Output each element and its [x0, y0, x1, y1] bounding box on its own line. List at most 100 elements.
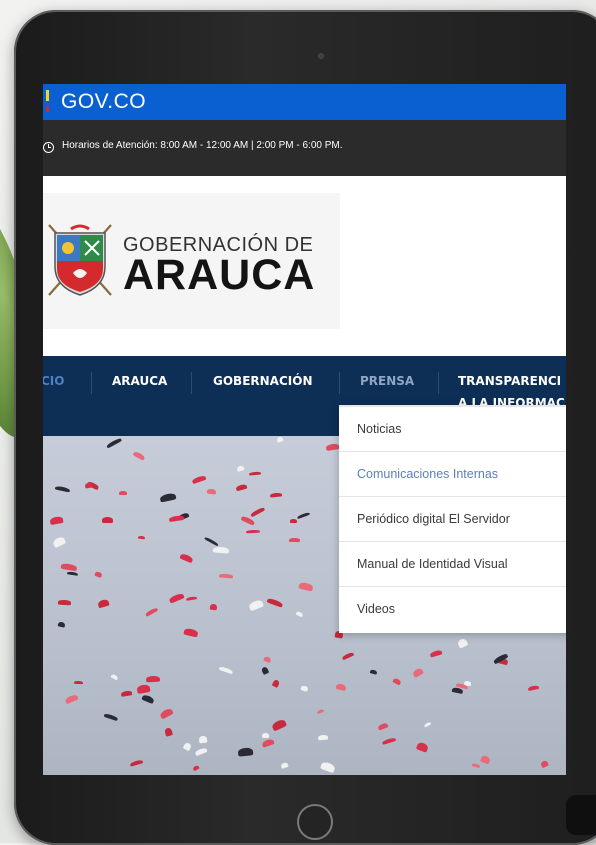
nav-divider	[91, 372, 92, 394]
bird-shape	[60, 563, 77, 572]
bird-shape	[49, 515, 64, 525]
nav-divider	[339, 372, 340, 394]
bird-shape	[260, 666, 270, 676]
bird-shape	[247, 599, 265, 612]
nav-item-arauca[interactable]: ARAUCA	[112, 374, 167, 388]
bird-shape	[240, 515, 256, 526]
nav-item-transparencia[interactable]: TRANSPARENCI	[458, 374, 561, 388]
bird-shape	[185, 596, 197, 602]
bird-shape	[298, 581, 314, 591]
bird-shape	[57, 621, 66, 629]
bird-shape	[73, 680, 84, 685]
tablet-edge	[566, 795, 596, 835]
bird-shape	[218, 573, 233, 579]
bird-shape	[527, 684, 539, 691]
bird-shape	[84, 482, 92, 489]
bird-shape	[369, 668, 379, 676]
bird-shape	[64, 693, 79, 705]
bird-shape	[320, 760, 336, 773]
bird-shape	[266, 597, 283, 607]
bird-shape	[206, 488, 216, 494]
bird-shape	[136, 683, 151, 694]
clock-icon	[43, 142, 54, 153]
bird-shape	[325, 442, 340, 452]
bird-shape	[289, 537, 300, 542]
bird-shape	[159, 707, 174, 720]
bird-shape	[295, 610, 304, 618]
bird-shape	[212, 546, 229, 554]
bird-shape	[94, 571, 103, 578]
dropdown-item-comunicaciones-internas[interactable]: Comunicaciones Internas	[339, 452, 566, 497]
bird-shape	[271, 718, 287, 732]
bird-shape	[457, 636, 470, 649]
bird-shape	[101, 516, 113, 523]
dropdown-item-periodico-digital[interactable]: Periódico digital El Servidor	[339, 497, 566, 542]
bird-shape	[261, 738, 275, 748]
bird-shape	[269, 492, 283, 498]
bird-shape	[249, 506, 265, 517]
bird-shape	[132, 450, 146, 461]
home-button[interactable]	[297, 804, 333, 840]
bird-shape	[392, 677, 402, 686]
bird-shape	[106, 437, 123, 449]
bird-shape	[51, 536, 66, 548]
bird-shape	[183, 627, 199, 638]
bird-shape	[316, 709, 325, 715]
bird-shape	[318, 734, 329, 741]
bird-shape	[341, 651, 355, 661]
bird-shape	[57, 599, 72, 605]
logo-title-main: ARAUCA	[123, 251, 316, 299]
bird-shape	[272, 678, 281, 688]
screen: GOV.CO Horarios de Atención: 8:00 AM - 1…	[43, 84, 566, 775]
bird-shape	[236, 465, 245, 472]
bird-shape	[248, 471, 262, 476]
hours-bar: Horarios de Atención: 8:00 AM - 12:00 AM…	[43, 120, 566, 176]
bird-shape	[300, 685, 309, 692]
bird-shape	[129, 759, 143, 768]
site-header: GOBERNACIÓN DE ARAUCA	[43, 176, 566, 356]
bird-shape	[411, 666, 425, 679]
camera-icon	[318, 53, 324, 59]
bird-shape	[110, 673, 119, 681]
dropdown-item-manual-identidad[interactable]: Manual de Identidad Visual	[339, 542, 566, 587]
bird-shape	[182, 741, 192, 751]
dropdown-item-videos[interactable]: Videos	[339, 587, 566, 632]
nav-item-prensa[interactable]: PRENSA	[360, 374, 414, 388]
dropdown-item-noticias[interactable]: Noticias	[339, 407, 566, 452]
bird-shape	[192, 764, 200, 771]
bird-shape	[280, 761, 289, 769]
bird-shape	[245, 529, 260, 534]
bird-shape	[192, 474, 207, 484]
bird-shape	[163, 726, 173, 737]
gov-co-link[interactable]: GOV.CO	[61, 90, 146, 114]
site-logo[interactable]: GOBERNACIÓN DE ARAUCA	[43, 193, 340, 329]
bird-shape	[479, 754, 491, 764]
bird-shape	[275, 436, 284, 444]
bird-shape	[423, 721, 432, 728]
nav-item-inicio[interactable]: CIO	[43, 374, 64, 388]
coat-of-arms-icon	[48, 224, 112, 296]
bird-shape	[121, 690, 134, 697]
bird-shape	[209, 604, 218, 611]
prensa-dropdown-menu: Noticias Comunicaciones Internas Periódi…	[339, 405, 566, 633]
bird-shape	[194, 747, 209, 757]
hours-text: Horarios de Atención: 8:00 AM - 12:00 AM…	[62, 140, 343, 151]
bird-shape	[96, 598, 110, 609]
bird-shape	[168, 592, 186, 604]
bird-shape	[335, 683, 347, 692]
nav-item-gobernacion[interactable]: GOBERNACIÓN	[213, 374, 312, 388]
bird-shape	[204, 536, 220, 547]
bird-shape	[237, 747, 254, 757]
nav-divider	[438, 372, 439, 394]
bird-shape	[141, 694, 156, 705]
bird-shape	[118, 491, 128, 496]
bird-shape	[290, 518, 298, 523]
bird-shape	[262, 733, 270, 738]
bird-shape	[67, 571, 78, 577]
bird-shape	[103, 712, 119, 721]
bird-shape	[178, 552, 194, 564]
bird-shape	[169, 515, 185, 523]
bird-shape	[297, 511, 311, 520]
flag-icon	[46, 90, 49, 112]
bird-shape	[471, 763, 481, 769]
